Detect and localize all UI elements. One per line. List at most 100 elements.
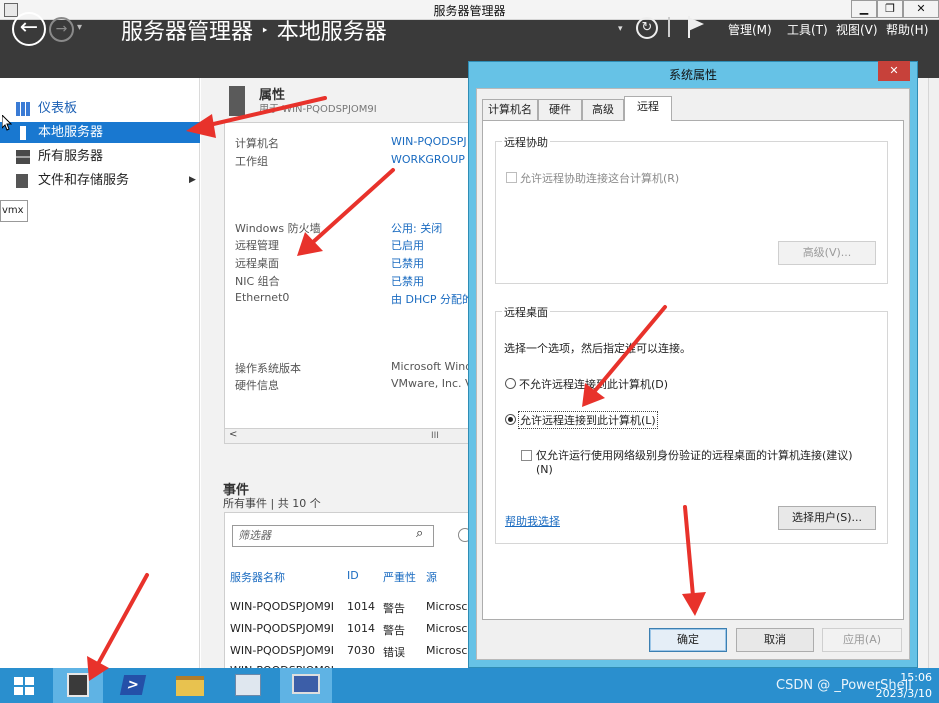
tab-computer-name[interactable]: 计算机名 bbox=[482, 99, 538, 120]
nla-only-label-accelerator[interactable]: (N) bbox=[536, 463, 553, 476]
property-value-nic-teaming[interactable]: 已禁用 bbox=[391, 273, 424, 289]
deny-remote-connection-label[interactable]: 不允许远程连接到此计算机(D) bbox=[519, 376, 668, 392]
forward-arrow-icon[interactable]: → bbox=[49, 17, 74, 42]
sidebar-item-dashboard[interactable]: 仪表板 bbox=[0, 98, 200, 119]
sidebar-item-label: 所有服务器 bbox=[38, 149, 104, 164]
close-window-button[interactable]: ✕ bbox=[903, 0, 939, 18]
scroll-thumb[interactable]: III bbox=[431, 431, 439, 441]
taskbar-control-panel[interactable] bbox=[224, 668, 274, 703]
property-value-remote-desktop[interactable]: 已禁用 bbox=[391, 255, 424, 271]
taskbar-file-explorer[interactable] bbox=[164, 668, 218, 703]
allow-remote-assistance-checkbox[interactable] bbox=[506, 172, 517, 183]
column-header-server-name[interactable]: 服务器名称 bbox=[230, 569, 285, 585]
breadcrumb-separator-icon: ‣ bbox=[261, 24, 269, 39]
filter-input[interactable]: 筛选器 bbox=[232, 525, 434, 547]
tab-advanced[interactable]: 高级 bbox=[582, 99, 624, 120]
apply-button[interactable]: 应用(A) bbox=[822, 628, 902, 652]
folder-icon bbox=[176, 676, 204, 696]
property-label: 远程管理 bbox=[235, 239, 279, 252]
dashboard-icon bbox=[16, 102, 30, 116]
select-users-button[interactable]: 选择用户(S)... bbox=[778, 506, 876, 530]
sidebar-item-label: 仪表板 bbox=[38, 101, 78, 116]
deny-remote-connection-radio[interactable] bbox=[505, 378, 516, 389]
column-header-severity[interactable]: 严重性 bbox=[383, 569, 416, 585]
windows-logo-icon bbox=[14, 677, 23, 685]
menu-help[interactable]: 帮助(H) bbox=[886, 21, 928, 38]
start-button[interactable] bbox=[0, 668, 48, 703]
minimize-button[interactable]: ▁ bbox=[851, 0, 877, 18]
property-label: NIC 组合 bbox=[235, 275, 280, 288]
table-cell: 1014 bbox=[347, 622, 375, 635]
taskbar-system-properties[interactable] bbox=[280, 668, 332, 703]
tab-hardware[interactable]: 硬件 bbox=[538, 99, 582, 120]
menu-manage[interactable]: 管理(M) bbox=[728, 21, 772, 38]
table-cell: 7030 bbox=[347, 644, 375, 657]
servers-icon bbox=[16, 150, 30, 164]
cancel-button[interactable]: 取消 bbox=[736, 628, 814, 652]
history-dropdown-icon[interactable]: ▾ bbox=[77, 22, 82, 33]
chevron-right-icon[interactable]: ▶ bbox=[189, 170, 196, 191]
menu-view[interactable]: 视图(V) bbox=[836, 21, 878, 38]
sidebar-item-local-server[interactable]: 本地服务器 bbox=[0, 122, 200, 143]
tooltip: vmx bbox=[0, 200, 28, 222]
nla-only-checkbox[interactable] bbox=[521, 450, 532, 461]
mouse-cursor-icon bbox=[2, 115, 12, 131]
properties-accent-bar bbox=[229, 86, 245, 116]
menu-tools[interactable]: 工具(T) bbox=[787, 21, 828, 38]
table-cell: Microsc bbox=[426, 644, 468, 657]
property-label: Ethernet0 bbox=[235, 291, 290, 304]
breadcrumb-current: 本地服务器 bbox=[276, 20, 387, 45]
horizontal-scrollbar[interactable]: < III bbox=[224, 428, 470, 444]
group-title: 远程桌面 bbox=[502, 304, 550, 320]
table-cell: Microsc bbox=[426, 622, 468, 635]
search-icon[interactable]: ⌕ bbox=[416, 526, 423, 541]
notifications-flag-icon[interactable] bbox=[688, 16, 704, 38]
header-divider bbox=[668, 17, 670, 37]
server-icon bbox=[20, 126, 26, 140]
sidebar-item-file-storage[interactable]: 文件和存储服务 ▶ bbox=[0, 170, 200, 191]
clock-time[interactable]: 15:06 bbox=[880, 671, 932, 684]
table-cell: 1014 bbox=[347, 600, 375, 613]
taskbar-server-manager[interactable] bbox=[53, 668, 103, 703]
property-value-hardware: VMware, Inc. V bbox=[391, 377, 470, 390]
header-dropdown-icon[interactable]: ▾ bbox=[618, 24, 623, 34]
events-subtitle: 所有事件 | 共 10 个 bbox=[223, 497, 321, 510]
property-value-ethernet[interactable]: 由 DHCP 分配的 bbox=[391, 291, 469, 307]
property-value-remote-management[interactable]: 已启用 bbox=[391, 237, 424, 253]
sidebar-item-all-servers[interactable]: 所有服务器 bbox=[0, 146, 200, 167]
breadcrumb-root[interactable]: 服务器管理器 bbox=[121, 20, 253, 45]
property-label: 操作系统版本 bbox=[235, 362, 301, 375]
advanced-button[interactable]: 高级(V)... bbox=[778, 241, 876, 265]
table-cell: 警告 bbox=[383, 602, 405, 615]
clock-date[interactable]: 2023/3/10 bbox=[868, 687, 932, 700]
allow-remote-connection-label[interactable]: 允许远程连接到此计算机(L) bbox=[518, 411, 658, 429]
allow-remote-assistance-label: 允许远程协助连接这台计算机(R) bbox=[520, 172, 680, 185]
sidebar-item-label: 文件和存储服务 bbox=[38, 173, 130, 188]
allow-remote-connection-radio[interactable] bbox=[505, 414, 516, 425]
taskbar-powershell[interactable]: > bbox=[108, 668, 158, 703]
scroll-left-icon[interactable]: < bbox=[229, 429, 237, 440]
properties-panel: 计算机名 WIN-PQODSPJ 工作组 WORKGROUP Windows 防… bbox=[224, 122, 470, 444]
dialog-title: 系统属性 bbox=[668, 68, 717, 82]
property-label: Windows 防火墙 bbox=[235, 222, 321, 235]
tab-remote[interactable]: 远程 bbox=[624, 96, 672, 121]
dialog-close-button[interactable]: ✕ bbox=[878, 61, 910, 81]
table-cell: WIN-PQODSPJOM9I bbox=[230, 644, 334, 657]
property-label: 工作组 bbox=[235, 155, 268, 168]
property-value-firewall[interactable]: 公用: 关闭 bbox=[391, 220, 442, 236]
column-header-source[interactable]: 源 bbox=[426, 569, 437, 585]
refresh-icon[interactable]: ↻ bbox=[636, 17, 658, 39]
control-panel-icon bbox=[235, 674, 261, 696]
maximize-button[interactable]: ❐ bbox=[877, 0, 903, 18]
nla-only-label[interactable]: 仅允许运行使用网络级别身份验证的远程桌面的计算机连接(建议) bbox=[536, 447, 853, 463]
ok-button[interactable]: 确定 bbox=[649, 628, 727, 652]
column-header-id[interactable]: ID bbox=[347, 569, 359, 582]
vertical-scrollbar[interactable] bbox=[928, 78, 939, 668]
property-value-computer-name[interactable]: WIN-PQODSPJ bbox=[391, 135, 467, 148]
table-cell: Microsc bbox=[426, 600, 468, 613]
help-me-choose-link[interactable]: 帮助我选择 bbox=[505, 513, 560, 529]
property-label: 远程桌面 bbox=[235, 257, 279, 270]
back-arrow-icon[interactable]: ← bbox=[12, 12, 46, 46]
property-value-workgroup[interactable]: WORKGROUP bbox=[391, 153, 465, 166]
table-cell: 警告 bbox=[383, 624, 405, 637]
